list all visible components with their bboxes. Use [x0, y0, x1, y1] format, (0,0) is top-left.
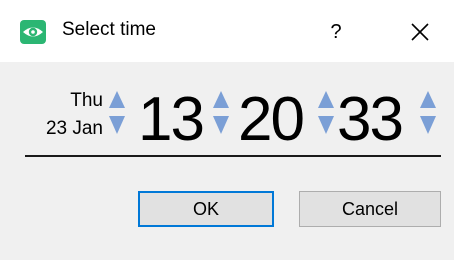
date-date-label[interactable]: 23 Jan [20, 118, 103, 140]
hours-field[interactable]: 13 [138, 80, 205, 160]
date-up-arrow-icon [109, 91, 125, 108]
seconds-spin-buttons[interactable] [419, 90, 437, 136]
seconds-field[interactable]: 33 [337, 80, 404, 160]
minutes-down-arrow-icon [318, 116, 334, 134]
minutes-up-arrow-icon [318, 91, 334, 108]
minutes-spin-buttons[interactable] [317, 90, 335, 136]
date-day-label[interactable]: Thu [60, 90, 103, 112]
window-title: Select time [62, 19, 156, 40]
hours-up-arrow-icon [213, 91, 229, 108]
eye-icon [20, 20, 46, 44]
title-bar[interactable]: Select time ? [0, 0, 454, 62]
date-down-arrow-icon [109, 116, 125, 134]
minutes-field[interactable]: 20 [238, 80, 305, 160]
hours-spin-buttons[interactable] [212, 90, 230, 136]
seconds-down-arrow-icon [420, 116, 436, 134]
select-time-dialog: Select time ? Thu 23 Jan 13 20 33 OK Can… [0, 0, 454, 260]
ok-button[interactable]: OK [138, 191, 274, 227]
seconds-up-arrow-icon [420, 91, 436, 108]
help-button[interactable]: ? [318, 14, 354, 50]
close-icon[interactable] [404, 16, 436, 48]
date-spin-buttons[interactable] [108, 90, 126, 136]
time-field-underline [25, 155, 441, 157]
cancel-button[interactable]: Cancel [299, 191, 441, 227]
hours-down-arrow-icon [213, 116, 229, 134]
